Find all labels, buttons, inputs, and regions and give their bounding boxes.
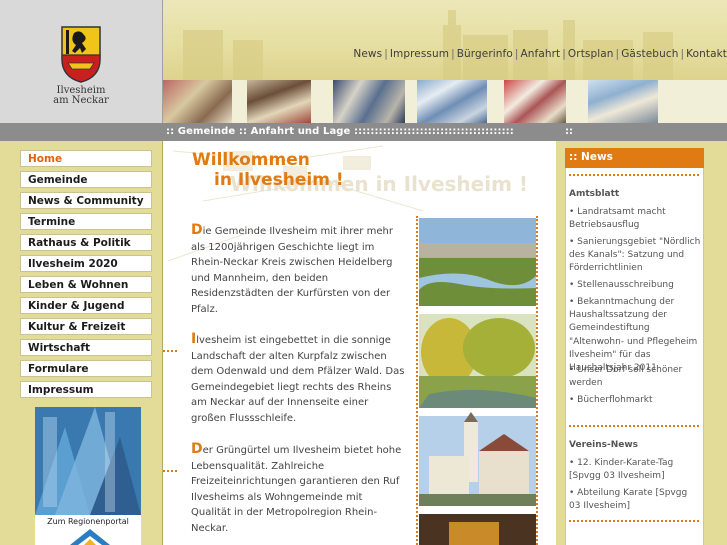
region-logo-icon	[70, 529, 110, 545]
sidebar-item-kultur-freizeit[interactable]: Kultur & Freizeit	[20, 318, 152, 335]
river-photo-2	[419, 314, 536, 408]
intro-paragraph-1: Die Gemeinde Ilvesheim mit ihrer mehr al…	[191, 222, 405, 318]
breadcrumb: :: Gemeinde :: Anfahrt und Lage ::::::::…	[166, 126, 514, 137]
town-silhouette-graphic	[183, 10, 673, 80]
top-nav-impressum-link[interactable]: Impressum	[390, 48, 449, 60]
paragraph-text: lvesheim ist eingebettet in die sonnige …	[191, 335, 405, 424]
sidebar-item-termine[interactable]: Termine	[20, 213, 152, 230]
dropcap: D	[191, 222, 203, 238]
news-item-landratsamt[interactable]: • Landratsamt macht Betriebsausflug	[569, 206, 701, 232]
region-portal-image[interactable]	[35, 407, 141, 515]
intro-paragraph-3: Der Grüngürtel um Ilvesheim bietet hohe …	[191, 441, 405, 537]
top-nav-news-link[interactable]: News	[353, 48, 382, 60]
river-photo-1	[419, 218, 536, 306]
header-photo-strip	[163, 80, 727, 123]
town-photos	[419, 218, 536, 545]
top-nav-anfahrt-link[interactable]: Anfahrt	[521, 48, 561, 60]
region-portal-label[interactable]: Zum Regionenportal	[35, 517, 141, 526]
sidebar-item-formulare[interactable]: Formulare	[20, 360, 152, 377]
breadcrumb-right: ::	[565, 126, 573, 137]
sidebar-item-wirtschaft[interactable]: Wirtschaft	[20, 339, 152, 356]
paragraph-text: ie Gemeinde Ilvesheim mit ihrer mehr als…	[191, 226, 393, 315]
intro-paragraph-2: Ilvesheim ist eingebettet in die sonnige…	[191, 331, 405, 427]
news-item-unser-dorf[interactable]: • Unser Dorf soll schöner werden	[569, 364, 701, 390]
sidebar-item-kinder-jugend[interactable]: Kinder & Jugend	[20, 297, 152, 314]
news-item-abteilung-karate[interactable]: • Abteilung Karate [Spvgg 03 Ilvesheim]	[569, 487, 701, 513]
sidebar-item-home[interactable]: Home	[20, 150, 152, 167]
news-header-label: :: News	[569, 151, 613, 163]
header-photo-6	[588, 80, 658, 123]
sidebar-item-news-community[interactable]: News & Community	[20, 192, 152, 209]
top-nav-buergerinfo-link[interactable]: Bürgerinfo	[457, 48, 513, 60]
news-item-buecherflohmarkt[interactable]: • Bücherflohmarkt	[569, 394, 701, 407]
header-photo-1	[163, 80, 232, 123]
top-nav-gaestebuch-link[interactable]: Gästebuch	[621, 48, 678, 60]
divider	[569, 520, 699, 524]
top-nav-kontakt-link[interactable]: Kontakt	[686, 48, 727, 60]
sidebar-item-rathaus-politik[interactable]: Rathaus & Politik	[20, 234, 152, 251]
page-title-line2: in Ilvesheim !	[214, 170, 344, 190]
divider	[569, 174, 699, 178]
news-item-sanierungsgebiet[interactable]: • Sanierungsgebiet "Nördlich des Kanals"…	[569, 236, 701, 276]
news-item-kinder-karate[interactable]: • 12. Kinder-Karate-Tag [Spvgg 03 Ilvesh…	[569, 457, 701, 483]
header-photo-3	[333, 80, 405, 123]
top-nav-ortsplan-link[interactable]: Ortsplan	[568, 48, 614, 60]
church-photo	[419, 412, 536, 506]
coat-of-arms-logo[interactable]	[60, 25, 102, 83]
news-section-title-vereins-news: Vereins-News	[569, 440, 639, 450]
header-photo-5	[504, 80, 566, 123]
sidebar-item-gemeinde[interactable]: Gemeinde	[20, 171, 152, 188]
header-banner: News | Impressum | Bürgerinfo | Anfahrt | Ortspl…	[163, 0, 727, 80]
town-name: Ilvesheim am Neckar	[0, 86, 162, 106]
sidebar-item-ilvesheim-2020[interactable]: Ilvesheim 2020	[20, 255, 152, 272]
dropcap: D	[191, 441, 203, 457]
sidebar-item-impressum[interactable]: Impressum	[20, 381, 152, 398]
header-photo-4	[417, 80, 487, 123]
news-item-stellenausschreibung[interactable]: • Stellenausschreibung	[569, 279, 701, 292]
town-name-line2: am Neckar	[53, 95, 109, 106]
top-navigation: News | Impressum | Bürgerinfo | Anfahrt | Ortspl…	[353, 48, 727, 60]
paragraph-text: er Grüngürtel um Ilvesheim bietet hohe L…	[191, 445, 402, 534]
sidebar-nav: Home Gemeinde News & Community Termine R…	[20, 150, 160, 402]
divider	[569, 425, 699, 429]
news-header: :: News	[565, 148, 704, 168]
page-title-line1: Willkommen	[192, 150, 310, 170]
header-photo-2	[247, 80, 311, 123]
photo-4	[419, 514, 536, 545]
sidebar-item-leben-wohnen[interactable]: Leben & Wohnen	[20, 276, 152, 293]
news-section-title-amtsblatt: Amtsblatt	[569, 189, 620, 199]
